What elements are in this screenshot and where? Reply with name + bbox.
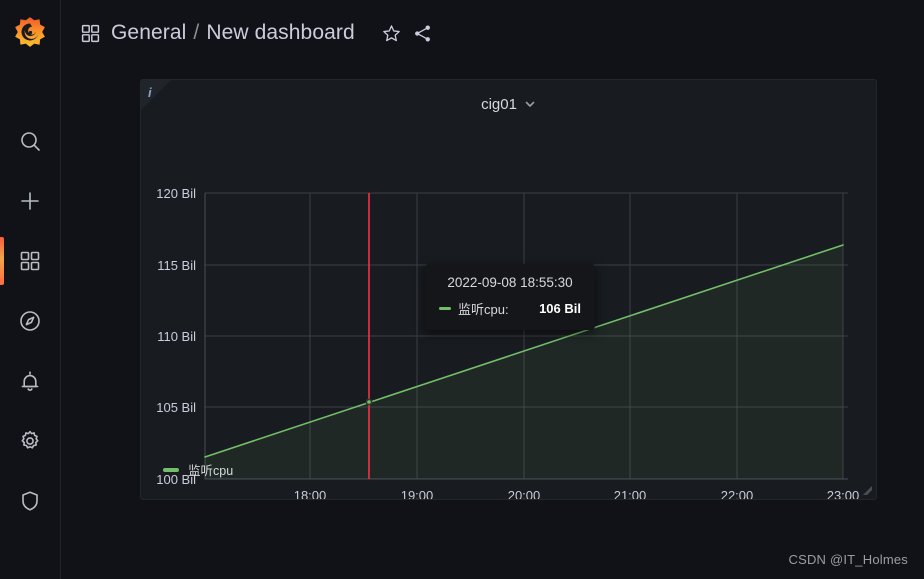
- breadcrumb-folder[interactable]: General: [111, 21, 186, 45]
- sidebar-item-explore[interactable]: [0, 291, 61, 351]
- search-icon: [21, 132, 40, 151]
- watermark: CSDN @IT_Holmes: [788, 552, 908, 567]
- legend-series-label[interactable]: 监听cpu: [188, 460, 233, 479]
- svg-text:21:00: 21:00: [614, 488, 647, 500]
- grafana-logo: [15, 17, 45, 47]
- chevron-down-icon[interactable]: [524, 98, 536, 110]
- sidebar-item-dashboards[interactable]: [0, 231, 61, 291]
- plus-icon: [21, 192, 39, 210]
- breadcrumb-separator: /: [193, 21, 200, 44]
- svg-text:23:00: 23:00: [827, 488, 860, 500]
- sidebar-item-configuration[interactable]: [0, 411, 61, 471]
- svg-text:110 Bil: 110 Bil: [157, 329, 196, 344]
- share-icon[interactable]: [412, 23, 433, 44]
- sidebar-item-alerting[interactable]: [0, 351, 61, 411]
- panel-resize-handle[interactable]: [861, 484, 872, 495]
- svg-text:20:00: 20:00: [508, 488, 541, 500]
- timeseries-chart: 120 Bil 115 Bil 110 Bil 105 Bil 100 Bil …: [156, 186, 860, 500]
- legend-color-swatch: [163, 467, 179, 472]
- svg-text:120 Bil: 120 Bil: [156, 186, 196, 201]
- plot-area[interactable]: 120 Bil 115 Bil 110 Bil 105 Bil 100 Bil …: [141, 128, 876, 500]
- grafana-app: General / New dashboard i cig01 120 Bil …: [0, 0, 924, 579]
- svg-text:105 Bil: 105 Bil: [156, 400, 196, 415]
- svg-text:22:00: 22:00: [721, 488, 754, 500]
- panel-header: cig01: [141, 80, 876, 128]
- sidebar-item-create[interactable]: [0, 171, 61, 231]
- page-title[interactable]: New dashboard: [206, 21, 354, 45]
- sidebar: [0, 0, 61, 579]
- x-axis-labels: 18:00 19:00 20:00 21:00 22:00 23:00: [294, 488, 860, 500]
- panel-corner-marker: [141, 80, 171, 110]
- info-icon[interactable]: i: [148, 86, 152, 99]
- main-area: General / New dashboard i cig01 120 Bil …: [61, 0, 924, 579]
- svg-text:115 Bil: 115 Bil: [157, 258, 196, 273]
- bell-icon: [21, 371, 39, 391]
- compass-icon: [20, 311, 40, 331]
- dashboard-panel[interactable]: i cig01 120 Bil 115 Bil 110 Bil 105 Bil …: [140, 79, 877, 500]
- y-axis-labels: 120 Bil 115 Bil 110 Bil 105 Bil 100 Bil: [156, 186, 196, 487]
- breadcrumb: General / New dashboard: [111, 21, 355, 45]
- gear-icon: [21, 430, 39, 449]
- svg-text:18:00: 18:00: [294, 488, 327, 500]
- sidebar-item-server-admin[interactable]: [0, 471, 61, 531]
- dashboards-icon: [20, 251, 40, 271]
- sidebar-item-search[interactable]: [0, 111, 61, 171]
- grafana-logo-button[interactable]: [0, 0, 61, 66]
- dashboards-grid-icon: [81, 24, 100, 42]
- svg-text:19:00: 19:00: [401, 488, 434, 500]
- sidebar-nav: [0, 111, 61, 531]
- hovered-point: [365, 398, 373, 406]
- shield-icon: [22, 491, 38, 511]
- topbar: General / New dashboard: [61, 0, 924, 66]
- star-icon[interactable]: [381, 23, 402, 44]
- chart-legend[interactable]: 监听cpu: [163, 460, 233, 479]
- panel-title[interactable]: cig01: [481, 96, 517, 113]
